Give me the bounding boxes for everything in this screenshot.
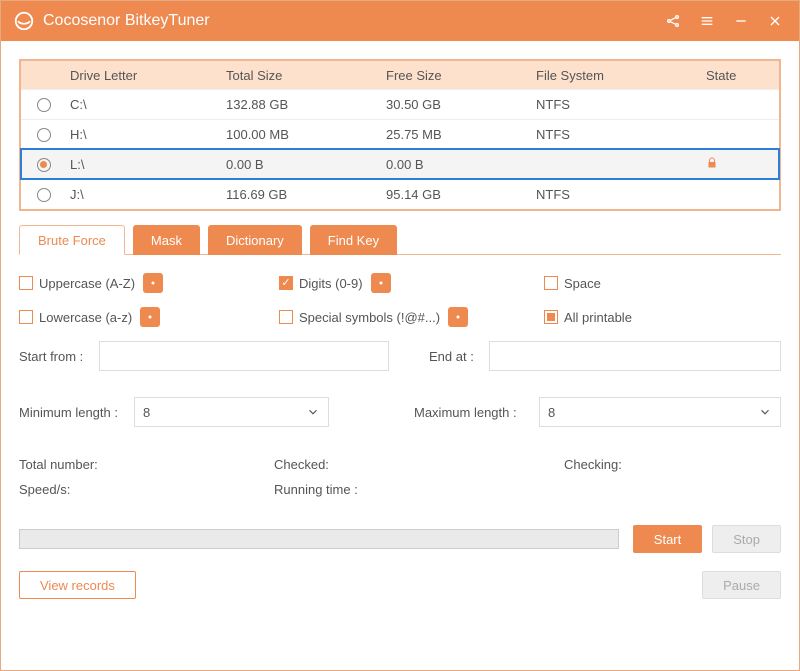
settings-icon[interactable] [143, 273, 163, 293]
start-button[interactable]: Start [633, 525, 702, 553]
checkbox-label: Special symbols (!@#...) [299, 310, 440, 325]
col-header-fs: File System [536, 68, 706, 83]
stop-button[interactable]: Stop [712, 525, 781, 553]
checkbox-label: Space [564, 276, 601, 291]
cell-total: 116.69 GB [226, 187, 386, 202]
cell-free: 30.50 GB [386, 97, 536, 112]
chevron-down-icon [758, 405, 772, 419]
checkbox-label: Lowercase (a-z) [39, 310, 132, 325]
cell-drive: L:\ [66, 157, 226, 172]
cell-drive: H:\ [66, 127, 226, 142]
cell-free: 95.14 GB [386, 187, 536, 202]
checkbox-label: All printable [564, 310, 632, 325]
min-length-select[interactable]: 8 [134, 397, 329, 427]
checkbox-digits[interactable] [279, 276, 293, 290]
radio-icon[interactable] [37, 158, 51, 172]
tab-dictionary[interactable]: Dictionary [208, 225, 302, 255]
table-row[interactable]: L:\ 0.00 B 0.00 B [21, 149, 779, 179]
minimize-icon[interactable] [729, 9, 753, 33]
cell-drive: J:\ [66, 187, 226, 202]
checkbox-label: Digits (0-9) [299, 276, 363, 291]
tab-mask[interactable]: Mask [133, 225, 200, 255]
app-logo-icon [13, 10, 35, 32]
tab-brute-force[interactable]: Brute Force [19, 225, 125, 255]
tab-find-key[interactable]: Find Key [310, 225, 397, 255]
menu-icon[interactable] [695, 9, 719, 33]
radio-icon[interactable] [37, 188, 51, 202]
stat-checked: Checked: [274, 457, 564, 472]
cell-total: 132.88 GB [226, 97, 386, 112]
max-length-label: Maximum length : [414, 405, 539, 420]
table-row[interactable]: J:\ 116.69 GB 95.14 GB NTFS [21, 179, 779, 209]
cell-total: 100.00 MB [226, 127, 386, 142]
close-icon[interactable] [763, 9, 787, 33]
stat-checking: Checking: [564, 457, 622, 472]
charset-options: Uppercase (A-Z) Digits (0-9) Space Lower… [19, 255, 781, 327]
cell-fs: NTFS [536, 97, 706, 112]
cell-fs: NTFS [536, 187, 706, 202]
share-icon[interactable] [661, 9, 685, 33]
progress-bar [19, 529, 619, 549]
pause-button[interactable]: Pause [702, 571, 781, 599]
stat-running-time: Running time : [274, 482, 358, 497]
min-length-label: Minimum length : [19, 405, 134, 420]
checkbox-space[interactable] [544, 276, 558, 290]
max-length-value: 8 [548, 405, 555, 420]
checkbox-special[interactable] [279, 310, 293, 324]
chevron-down-icon [306, 405, 320, 419]
col-header-state: State [706, 68, 776, 83]
radio-icon[interactable] [37, 128, 51, 142]
checkbox-uppercase[interactable] [19, 276, 33, 290]
cell-free: 0.00 B [386, 157, 536, 172]
app-title: Cocosenor BitkeyTuner [43, 12, 651, 30]
lock-icon [706, 157, 718, 172]
settings-icon[interactable] [140, 307, 160, 327]
cell-free: 25.75 MB [386, 127, 536, 142]
settings-icon[interactable] [371, 273, 391, 293]
cell-drive: C:\ [66, 97, 226, 112]
checkbox-lowercase[interactable] [19, 310, 33, 324]
checkbox-all-printable[interactable] [544, 310, 558, 324]
stat-speed: Speed/s: [19, 482, 274, 497]
max-length-select[interactable]: 8 [539, 397, 781, 427]
view-records-button[interactable]: View records [19, 571, 136, 599]
settings-icon[interactable] [448, 307, 468, 327]
start-from-label: Start from : [19, 349, 99, 364]
min-length-value: 8 [143, 405, 150, 420]
cell-total: 0.00 B [226, 157, 386, 172]
radio-icon[interactable] [37, 98, 51, 112]
col-header-drive: Drive Letter [66, 68, 226, 83]
client-area: Drive Letter Total Size Free Size File S… [1, 41, 799, 613]
end-at-label: End at : [429, 349, 489, 364]
cell-fs: NTFS [536, 127, 706, 142]
col-header-total: Total Size [226, 68, 386, 83]
table-row[interactable]: H:\ 100.00 MB 25.75 MB NTFS [21, 119, 779, 149]
end-at-input[interactable] [489, 341, 781, 371]
col-header-free: Free Size [386, 68, 536, 83]
attack-tabs: Brute Force Mask Dictionary Find Key [19, 225, 781, 255]
checkbox-label: Uppercase (A-Z) [39, 276, 135, 291]
title-bar: Cocosenor BitkeyTuner [1, 1, 799, 41]
drive-table: Drive Letter Total Size Free Size File S… [19, 59, 781, 211]
table-row[interactable]: C:\ 132.88 GB 30.50 GB NTFS [21, 89, 779, 119]
start-from-input[interactable] [99, 341, 389, 371]
stat-total-number: Total number: [19, 457, 274, 472]
drive-table-header: Drive Letter Total Size Free Size File S… [21, 61, 779, 89]
